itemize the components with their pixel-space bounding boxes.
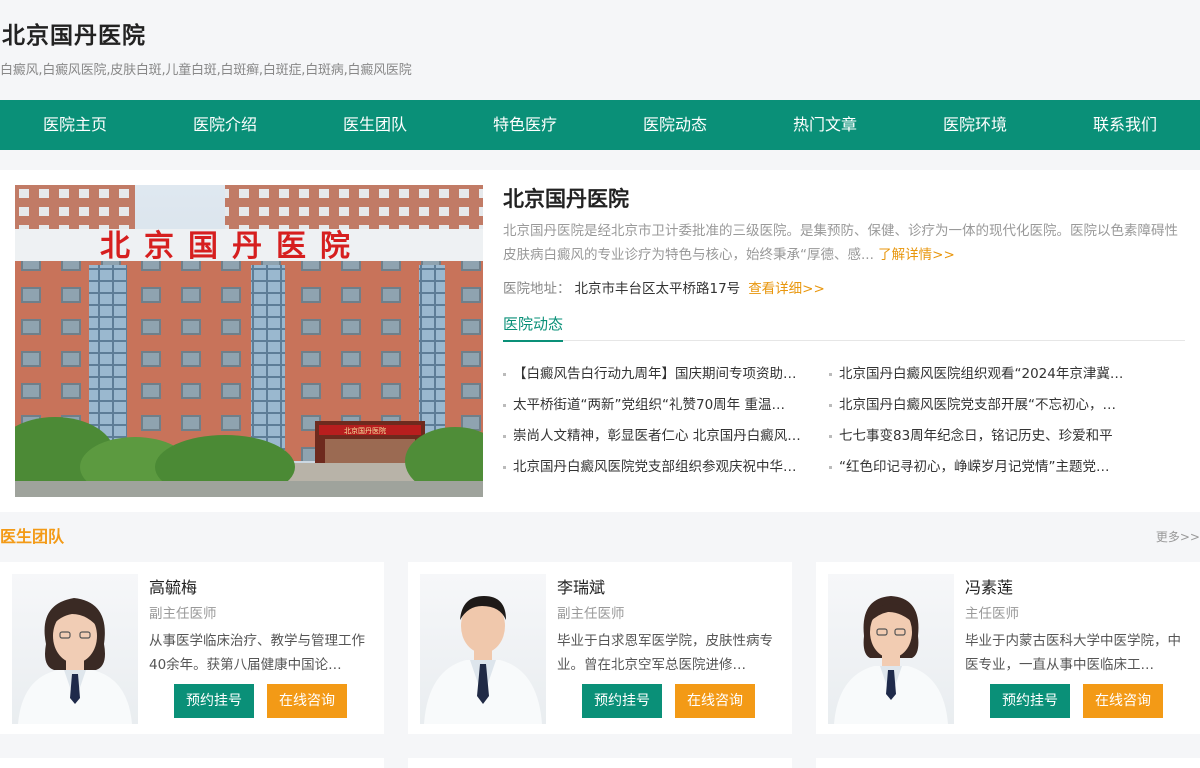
news-item[interactable]: 北京国丹白癜风医院组织观看“2024年京津冀… xyxy=(823,359,1143,390)
intro-more-link[interactable]: 了解详情>> xyxy=(878,247,955,263)
hospital-intro: 北京国丹医院 北京国丹医院 北京国丹医院 北京国丹医院是经北京市卫计委批准的三级… xyxy=(0,170,1200,512)
news-list: 【白癜风告白行动九周年】国庆期间专项资助… 北京国丹白癜风医院组织观看“2024… xyxy=(503,359,1185,483)
doctor-name[interactable]: 冯素莲 xyxy=(965,576,1187,600)
doctor-info: 李瑞斌 副主任医师 毕业于白求恩军医学院，皮肤性病专业。曾在北京空军总医院进修… xyxy=(557,576,779,677)
address-label: 医院地址： xyxy=(503,281,571,297)
intro-description: 北京国丹医院是经北京市卫计委批准的三级医院。是集预防、保健、诊疗为一体的现代化医… xyxy=(503,219,1185,267)
main-nav: 医院主页 医院介绍 医生团队 特色医疗 医院动态 热门文章 医院环境 联系我们 xyxy=(0,100,1200,150)
doctor-actions: 预约挂号 在线咨询 xyxy=(582,684,755,718)
book-appointment-button[interactable]: 预约挂号 xyxy=(174,684,254,718)
doctor-description: 从事医学临床治疗、教学与管理工作40余年。获第八届健康中国论… xyxy=(149,633,365,673)
intro-description-text: 北京国丹医院是经北京市卫计委批准的三级医院。是集预防、保健、诊疗为一体的现代化医… xyxy=(503,223,1178,263)
doctor-portrait-icon xyxy=(18,598,132,724)
site-title[interactable]: 北京国丹医院 xyxy=(0,20,1200,52)
intro-address: 医院地址： 北京市丰台区太平桥路17号 查看详细>> xyxy=(503,277,1185,301)
doctors-more-link[interactable]: 更多>> xyxy=(1156,528,1200,545)
nav-item-contact[interactable]: 联系我们 xyxy=(1050,100,1200,150)
news-item[interactable]: 太平桥街道“两新”党组织“礼赞70周年 重温… xyxy=(503,390,823,421)
doctor-photo[interactable] xyxy=(420,574,546,724)
intro-title: 北京国丹医院 xyxy=(503,186,629,211)
hospital-building-illustration: 北京国丹医院 北京国丹医院 xyxy=(15,185,483,497)
doctor-description: 毕业于内蒙古医科大学中医学院，中医专业，一直从事中医临床工… xyxy=(965,633,1181,673)
online-consult-button[interactable]: 在线咨询 xyxy=(267,684,347,718)
online-consult-button[interactable]: 在线咨询 xyxy=(1083,684,1163,718)
doctor-card: 高毓梅 副主任医师 从事医学临床治疗、教学与管理工作40余年。获第八届健康中国论… xyxy=(0,562,384,734)
doctor-card: 李瑞斌 副主任医师 毕业于白求恩军医学院，皮肤性病专业。曾在北京空军总医院进修…… xyxy=(408,562,792,734)
doctor-actions: 预约挂号 在线咨询 xyxy=(990,684,1163,718)
doctor-card xyxy=(816,758,1200,768)
nav-item-environment[interactable]: 医院环境 xyxy=(900,100,1050,150)
nav-item-home[interactable]: 医院主页 xyxy=(0,100,150,150)
intro-text-panel: 北京国丹医院 北京国丹医院是经北京市卫计委批准的三级医院。是集预防、保健、诊疗为… xyxy=(503,184,1185,483)
address-value: 北京市丰台区太平桥路17号 xyxy=(574,281,741,297)
doctor-card xyxy=(408,758,792,768)
next-doctor-row xyxy=(0,758,1200,768)
book-appointment-button[interactable]: 预约挂号 xyxy=(582,684,662,718)
doctors-section-title: 医生团队 xyxy=(0,527,65,546)
news-item[interactable]: 七七事变83周年纪念日，铭记历史、珍爱和平 xyxy=(823,421,1143,452)
doctor-actions: 预约挂号 在线咨询 xyxy=(174,684,347,718)
news-tab-bar: 医院动态 xyxy=(503,311,1185,342)
doctor-title: 副主任医师 xyxy=(557,606,625,622)
doctor-title: 主任医师 xyxy=(965,606,1019,622)
news-item[interactable]: 北京国丹白癜风医院党支部组织参观庆祝中华… xyxy=(503,452,823,483)
doctors-section-header: 医生团队 更多>> xyxy=(0,524,1200,550)
doctor-title: 副主任医师 xyxy=(149,606,217,622)
nav-item-news[interactable]: 医院动态 xyxy=(600,100,750,150)
news-item[interactable]: 崇尚人文精神，彰显医者仁心 北京国丹白癜风… xyxy=(503,421,823,452)
doctor-description: 毕业于白求恩军医学院，皮肤性病专业。曾在北京空军总医院进修… xyxy=(557,633,773,673)
nav-item-specialty[interactable]: 特色医疗 xyxy=(450,100,600,150)
doctor-photo[interactable] xyxy=(12,574,138,724)
doctor-name[interactable]: 李瑞斌 xyxy=(557,576,779,600)
nav-item-about[interactable]: 医院介绍 xyxy=(150,100,300,150)
site-keywords: 白癜风,白癜风医院,皮肤白斑,儿童白斑,白斑癣,白斑症,白斑病,白癜风医院 xyxy=(0,63,412,78)
nav-item-doctors[interactable]: 医生团队 xyxy=(300,100,450,150)
doctor-card xyxy=(0,758,384,768)
news-item[interactable]: 【白癜风告白行动九周年】国庆期间专项资助… xyxy=(503,359,823,390)
hospital-building-image[interactable]: 北京国丹医院 北京国丹医院 xyxy=(15,185,483,497)
nav-item-articles[interactable]: 热门文章 xyxy=(750,100,900,150)
tab-hospital-news[interactable]: 医院动态 xyxy=(503,311,564,342)
doctor-portrait-icon xyxy=(424,596,542,724)
news-item[interactable]: 北京国丹白癜风医院党支部开展“不忘初心，… xyxy=(823,390,1143,421)
doctor-card: 冯素莲 主任医师 毕业于内蒙古医科大学中医学院，中医专业，一直从事中医临床工… … xyxy=(816,562,1200,734)
building-sign-text: 北京国丹医院 xyxy=(100,229,364,264)
book-appointment-button[interactable]: 预约挂号 xyxy=(990,684,1070,718)
doctor-info: 高毓梅 副主任医师 从事医学临床治疗、教学与管理工作40余年。获第八届健康中国论… xyxy=(149,576,371,677)
online-consult-button[interactable]: 在线咨询 xyxy=(675,684,755,718)
address-more-link[interactable]: 查看详细>> xyxy=(748,281,825,297)
doctor-photo[interactable] xyxy=(828,574,954,724)
doctor-portrait-icon xyxy=(834,596,948,724)
news-item[interactable]: “红色印记寻初心，峥嵘岁月记党情”主题党… xyxy=(823,452,1143,483)
doctor-info: 冯素莲 主任医师 毕业于内蒙古医科大学中医学院，中医专业，一直从事中医临床工… xyxy=(965,576,1187,677)
doctor-name[interactable]: 高毓梅 xyxy=(149,576,371,600)
site-header: 北京国丹医院 白癜风,白癜风医院,皮肤白斑,儿童白斑,白斑癣,白斑症,白斑病,白… xyxy=(0,0,1200,100)
entrance-sign-text: 北京国丹医院 xyxy=(344,426,386,435)
